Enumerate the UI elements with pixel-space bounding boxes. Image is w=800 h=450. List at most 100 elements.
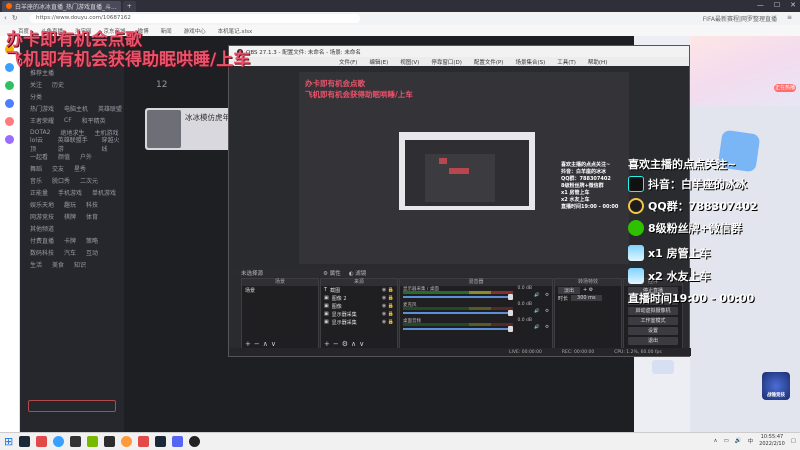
sidebar-item[interactable]: 美食 — [52, 260, 64, 269]
sources-toolbar[interactable]: +−⚙∧∨ — [324, 340, 367, 348]
transition-add-icon[interactable]: + ⚙ — [583, 287, 593, 293]
eye-icon[interactable]: ◉ 🔒 — [382, 311, 394, 317]
volume-icon[interactable]: 🔊 — [735, 438, 742, 444]
sidebar-item[interactable]: 英雄联盟 — [98, 104, 122, 113]
hot-search-text[interactable]: FIFA最新赛程|网罗整理直播 — [703, 14, 777, 23]
sidebar-item[interactable]: 趣玩 — [64, 200, 76, 209]
sidebar-item[interactable]: 汽车 — [64, 248, 76, 257]
sidebar-item[interactable]: 王者荣耀 — [30, 116, 54, 125]
chat-icon[interactable] — [5, 99, 14, 108]
sidebar-item[interactable]: 英雄联盟手游 — [58, 135, 92, 153]
taskbar-app-icon[interactable] — [70, 436, 82, 447]
nvidia-icon[interactable] — [87, 436, 99, 447]
volume-slider[interactable] — [403, 328, 513, 330]
duration-input[interactable]: 300 ms — [571, 295, 602, 301]
mixer-gear-icon[interactable]: ⚙ — [545, 293, 549, 298]
sidebar-item[interactable]: 策略 — [86, 236, 98, 245]
windows-start-icon[interactable]: ⊞ — [4, 435, 13, 448]
sidebar-item[interactable]: 热门游戏 — [30, 104, 54, 113]
sidebar-row[interactable]: 其他频道 — [20, 222, 124, 234]
speaker-icon[interactable]: 🔊 — [534, 293, 540, 298]
mixer-gear-icon[interactable]: ⚙ — [545, 325, 549, 330]
speaker-icon[interactable]: 🔊 — [534, 309, 540, 314]
network-icon[interactable]: ▭ — [724, 438, 729, 444]
scenes-toolbar[interactable]: +−∧∨ — [245, 340, 279, 348]
taskbar-app-icon[interactable] — [104, 436, 116, 447]
url-input[interactable]: https://www.douyu.com/10687162 — [30, 14, 360, 23]
sidebar-item[interactable]: 知识 — [74, 260, 86, 269]
obs-taskbar-icon[interactable] — [189, 436, 201, 447]
sidebar-item[interactable]: 音乐 — [30, 176, 42, 185]
refresh-icon[interactable]: ↻ — [12, 14, 18, 22]
new-tab-button[interactable]: + — [122, 0, 136, 12]
sidebar-item[interactable]: 手机游戏 — [58, 188, 82, 197]
sidebar-item[interactable]: 二次元 — [80, 176, 98, 185]
browser-tab[interactable]: 白羊座的冰冰直播_热门游戏直播_斗... — [2, 0, 121, 12]
eye-icon[interactable]: ◉ 🔒 — [382, 319, 394, 325]
download-icon[interactable] — [5, 81, 14, 90]
source-item[interactable]: T 截图 ◉ 🔒 — [321, 286, 397, 294]
volume-slider[interactable] — [403, 312, 513, 314]
fire-button[interactable]: 正在热播 — [774, 84, 796, 92]
menu-icon[interactable]: ≡ — [787, 14, 792, 23]
minimize-icon[interactable]: — — [757, 1, 764, 9]
sidebar-item[interactable]: 互动 — [86, 248, 98, 257]
sidebar-item[interactable]: 分类 — [30, 92, 42, 101]
exit-button[interactable]: 退出 — [628, 337, 678, 345]
steam-icon[interactable] — [155, 436, 167, 447]
obs-menu-item[interactable]: 场景集合(S) — [515, 58, 545, 66]
scene-item[interactable]: 场景 — [242, 286, 318, 294]
obs-menu-item[interactable]: 停靠窗口(D) — [431, 58, 462, 66]
source-item[interactable]: ▣ 图像 2 ◉ 🔒 — [321, 294, 397, 302]
app-icon[interactable] — [5, 135, 14, 144]
sidebar-item[interactable]: 体育 — [86, 212, 98, 221]
sidebar-item[interactable]: 科技 — [86, 200, 98, 209]
taskbar-app-icon[interactable] — [138, 436, 150, 447]
bookmark-item[interactable]: 本机笔记.xlsx — [218, 27, 253, 35]
taskbar-app-icon[interactable] — [172, 436, 184, 447]
source-item[interactable]: ▣ 显示器采集 ◉ 🔒 — [321, 310, 397, 318]
volume-knob[interactable] — [508, 310, 513, 316]
sidebar-item[interactable]: 付费直播 — [30, 236, 54, 245]
studio-mode-button[interactable]: 工作室模式 — [628, 317, 678, 325]
sidebar-item[interactable]: 数码科技 — [30, 248, 54, 257]
obs-menu-item[interactable]: 配置文件(P) — [474, 58, 504, 66]
sidebar-item[interactable]: lol云顶 — [30, 135, 48, 153]
sidebar-item[interactable]: 电脑主机 — [64, 104, 88, 113]
sidebar-item[interactable]: 单机游戏 — [92, 188, 116, 197]
volume-slider[interactable] — [403, 296, 513, 298]
sidebar-item[interactable]: 历史 — [52, 80, 64, 89]
volume-knob[interactable] — [508, 294, 513, 300]
taskbar-app-icon[interactable] — [121, 436, 133, 447]
sidebar-item[interactable]: 和平精英 — [82, 116, 106, 125]
clock[interactable]: 10:55:47 2022/2/10 — [759, 434, 785, 448]
sidebar-item[interactable]: 穿越火线 — [102, 135, 124, 153]
sidebar-item[interactable]: 正能量 — [30, 188, 48, 197]
filters-button[interactable]: ◐ 滤镜 — [349, 269, 367, 277]
tray-chevron-icon[interactable]: ∧ — [714, 438, 718, 444]
sidebar-item[interactable]: 交友 — [52, 164, 64, 173]
sidebar-item[interactable]: 其他频道 — [30, 224, 54, 233]
transition-select[interactable]: 淡出 — [558, 286, 581, 294]
sidebar-item[interactable]: 户外 — [80, 152, 92, 161]
sidebar-item[interactable]: 星秀 — [74, 164, 86, 173]
back-icon[interactable]: ‹ — [4, 14, 7, 22]
source-item[interactable]: ▣ 图像 ◉ 🔒 — [321, 302, 397, 310]
sidebar-item[interactable]: 关注 — [30, 80, 42, 89]
obs-menu-item[interactable]: 工具(T) — [557, 58, 576, 66]
obs-menu-item[interactable]: 帮助(H) — [588, 58, 607, 66]
close-icon[interactable]: ✕ — [790, 1, 796, 9]
sidebar-item[interactable]: 生活 — [30, 260, 42, 269]
sidebar-item[interactable]: 棋牌 — [64, 212, 76, 221]
virtual-camera-button[interactable]: 启动虚拟摄像机 — [628, 307, 678, 315]
sidebar-item[interactable]: 脱口秀 — [52, 176, 70, 185]
settings-button[interactable]: 设置 — [628, 327, 678, 335]
input-language[interactable]: 中 — [748, 437, 754, 445]
steam-icon[interactable] — [19, 436, 31, 447]
sidebar-item[interactable]: 颜值 — [58, 152, 70, 161]
sidebar-item[interactable]: 卡牌 — [64, 236, 76, 245]
bookmark-item[interactable]: 游戏中心 — [184, 27, 206, 35]
obs-menu-item[interactable]: 编辑(E) — [369, 58, 388, 66]
eye-icon[interactable]: ◉ 🔒 — [382, 287, 394, 293]
sidebar-item[interactable]: 娱乐天地 — [30, 200, 54, 209]
